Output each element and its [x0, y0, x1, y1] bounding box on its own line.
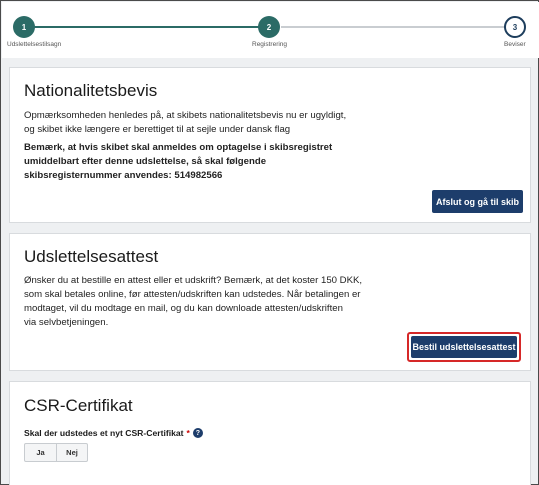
register-note-line-1: Bemærk, at hvis skibet skal anmeldes om …	[24, 142, 333, 153]
nationality-title: Nationalitetsbevis	[24, 81, 158, 100]
csr-question: Skal der udstedes et nyt CSR-Certifikat …	[24, 428, 203, 438]
description-line-2: som skal betales online, før attesten/ud…	[24, 289, 361, 300]
csr-certificate-card: CSR-Certifikat Skal der udstedes et nyt …	[9, 381, 531, 485]
finish-and-go-to-ship-button[interactable]: Afslut og gå til skib	[432, 190, 523, 213]
step-2-circle[interactable]: 2	[258, 16, 280, 38]
deletion-certificate-card: Udslettelsesattest Ønsker du at bestille…	[9, 233, 531, 371]
csr-title: CSR-Certifikat	[24, 396, 133, 415]
nationality-notice-line-2: og skibet ikke længere er berettiget til…	[24, 124, 291, 135]
nationality-notice: Opmærksomheden henledes på, at skibets n…	[24, 109, 346, 137]
description-line-4: via selvbetjeningen.	[24, 317, 109, 328]
csr-question-text: Skal der udstedes et nyt CSR-Certifikat	[24, 428, 184, 438]
description-line-3: modtaget, vil du modtage en mail, og du …	[24, 303, 343, 314]
csr-option-yes[interactable]: Ja	[25, 444, 56, 461]
deletion-certificate-description: Ønsker du at bestille en attest eller et…	[24, 274, 362, 330]
register-note-line-2: umiddelbart efter denne udslettelse, så …	[24, 156, 267, 167]
step-3-circle[interactable]: 3	[504, 16, 526, 38]
description-line-1: Ønsker du at bestille en attest eller et…	[24, 275, 363, 286]
deletion-certificate-title: Udslettelsesattest	[24, 247, 159, 266]
order-deletion-certificate-button[interactable]: Bestil udslettelsesattest	[411, 336, 517, 358]
nationality-notice-line-1: Opmærksomheden henledes på, at skibets n…	[24, 110, 347, 121]
register-note-line-3: skibsregisternummer anvendes: 514982566	[24, 170, 223, 181]
step-1-label: Udslettelsestilsagn	[7, 41, 62, 48]
nationality-register-note: Bemærk, at hvis skibet skal anmeldes om …	[24, 141, 332, 183]
question-circle-icon[interactable]: ?	[192, 428, 203, 438]
required-marker: *	[186, 428, 190, 438]
progress-stepper: 1 Udslettelsestilsagn 2 Registrering 3 B…	[2, 2, 539, 58]
nationality-certificate-card: Nationalitetsbevis Opmærksomheden henled…	[9, 67, 531, 223]
step-connector-1-2	[24, 26, 267, 28]
step-connector-2-3	[281, 26, 512, 28]
step-2-label: Registrering	[252, 41, 288, 48]
step-3-label: Beviser	[504, 41, 526, 48]
csr-yes-no-toggle: Ja Nej	[24, 443, 88, 462]
csr-option-no[interactable]: Nej	[56, 444, 87, 461]
step-1-circle[interactable]: 1	[13, 16, 35, 38]
page-frame: 1 Udslettelsestilsagn 2 Registrering 3 B…	[0, 0, 539, 485]
